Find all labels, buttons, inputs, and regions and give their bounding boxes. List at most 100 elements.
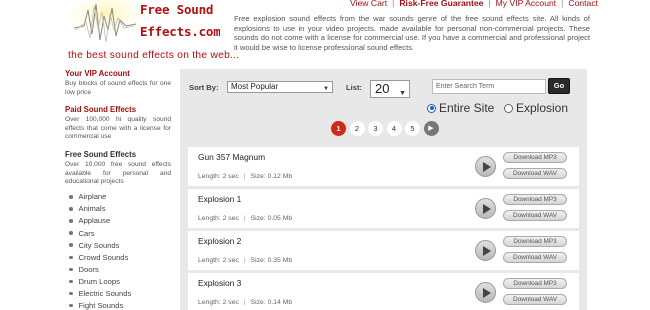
category-label: City Sounds (78, 240, 120, 250)
nav-my-vip-account[interactable]: My VIP Account (496, 0, 557, 8)
category-item[interactable]: Doors (65, 263, 171, 275)
sound-meta: Length: 2 sec | Size: 0.12 Mb (198, 173, 292, 180)
nav-risk-free-guarantee[interactable]: Risk-Free Guarantee (399, 0, 483, 8)
bullet-icon (69, 291, 73, 296)
download-wav-button[interactable]: Download WAV (503, 252, 567, 263)
logo-text-line1: Free Sound (140, 2, 214, 17)
sound-length: Length: 2 sec (198, 173, 239, 180)
category-item[interactable]: Crowd Sounds (65, 251, 171, 263)
meta-separator: | (243, 257, 246, 264)
nav-separator: | (561, 0, 564, 8)
category-item[interactable]: Animals (65, 203, 171, 215)
bullet-icon (69, 243, 73, 247)
free-sound-effects-heading: Free Sound Effects (65, 149, 137, 159)
meta-separator: | (243, 173, 246, 180)
vip-account-link[interactable]: Your VIP Account (65, 69, 171, 78)
list-count-select[interactable]: 20 ▼ (370, 80, 410, 98)
download-mp3-button[interactable]: Download MP3 (503, 194, 567, 205)
category-item[interactable]: Cars (65, 227, 171, 239)
sound-name[interactable]: Explosion 1 (198, 194, 241, 204)
category-label: Airplane (78, 192, 107, 202)
sound-length: Length: 2 sec (198, 215, 239, 222)
nav-contact[interactable]: Contact (568, 0, 598, 8)
free-sound-effects-text: Over 10,000 free sound effects available… (65, 160, 171, 186)
chevron-down-icon: ▼ (323, 86, 329, 92)
category-item[interactable]: Applause (65, 215, 171, 227)
radio-selected-icon (427, 103, 436, 113)
play-icon[interactable] (475, 240, 496, 261)
next-page-icon[interactable]: ▶ (423, 121, 439, 136)
category-label: Cars (78, 228, 95, 238)
category-item[interactable]: Electric Sounds (65, 288, 171, 300)
bullet-icon (69, 195, 73, 199)
download-mp3-button[interactable]: Download MP3 (503, 236, 567, 247)
play-icon[interactable] (475, 198, 496, 219)
download-mp3-button[interactable]: Download MP3 (503, 278, 567, 289)
meta-separator: | (243, 299, 246, 306)
bullet-icon (69, 279, 73, 284)
sound-size: Size: 0.14 Mb (250, 299, 293, 306)
chevron-down-icon: ▼ (399, 90, 406, 97)
sound-length: Length: 2 sec (198, 299, 239, 306)
download-wav-button[interactable]: Download WAV (503, 168, 567, 179)
page-2-button[interactable]: 2 (349, 121, 365, 136)
category-item[interactable]: Drum Loops (65, 275, 171, 287)
category-label: Animals (78, 204, 106, 214)
category-label: Drum Loops (78, 276, 120, 286)
page-5-button[interactable]: 5 (405, 121, 420, 136)
search-input[interactable] (432, 79, 546, 94)
go-button[interactable]: Go (548, 78, 570, 94)
page-description: Free explosion sound effects from the wa… (234, 14, 590, 52)
sort-by-select[interactable]: Most Popular ▼ (227, 81, 333, 93)
sound-row: Explosion 1 Length: 2 sec | Size: 0.05 Mb Do… (188, 189, 579, 228)
radio-explosion-label: Explosion (516, 101, 569, 115)
bullet-icon (69, 219, 73, 223)
download-wav-button[interactable]: Download WAV (503, 294, 567, 305)
sound-length: Length: 2 sec (198, 257, 239, 264)
page-1-button[interactable]: 1 (331, 121, 346, 136)
site-logo[interactable]: Free Sound Effects.com (70, 0, 220, 46)
sound-row: Explosion 3 Length: 2 sec | Size: 0.14 Mb Do… (188, 273, 579, 310)
sound-name[interactable]: Explosion 2 (198, 236, 241, 246)
list-count-value: 20 (375, 81, 390, 96)
radio-explosion[interactable]: Explosion (504, 101, 568, 115)
list-label: List: (346, 83, 363, 92)
sound-name[interactable]: Gun 357 Magnum (198, 152, 265, 162)
sound-size: Size: 0.05 Mb (250, 215, 293, 222)
vip-account-block: Your VIP Account Buy blocks of sound eff… (65, 69, 171, 97)
download-mp3-button[interactable]: Download MP3 (503, 152, 567, 163)
nav-view-cart[interactable]: View Cart (350, 0, 387, 8)
paid-sounds-block: Paid Sound Effects Over 100,000 hi quali… (65, 105, 171, 142)
category-label: Applause (78, 216, 111, 226)
sound-meta: Length: 2 sec | Size: 0.35 Mb (198, 257, 292, 264)
nav-separator: | (392, 0, 395, 8)
sort-by-value: Most Popular (231, 82, 279, 91)
play-icon[interactable] (475, 282, 496, 303)
category-item[interactable]: Airplane (65, 191, 171, 203)
category-item[interactable]: City Sounds (65, 239, 171, 251)
play-icon[interactable] (475, 156, 496, 177)
sound-size: Size: 0.35 Mb (250, 257, 293, 264)
radio-entire-site[interactable]: Entire Site (427, 101, 494, 115)
radio-unselected-icon (504, 103, 513, 113)
page-3-button[interactable]: 3 (368, 121, 383, 136)
category-item[interactable]: Fight Sounds (65, 300, 171, 310)
category-label: Crowd Sounds (78, 252, 129, 262)
category-label: Electric Sounds (78, 289, 132, 299)
sound-meta: Length: 2 sec | Size: 0.05 Mb (198, 215, 292, 222)
category-label: Fight Sounds (78, 301, 124, 310)
paid-sound-effects-text: Over 100,000 hi quality sound effects th… (65, 116, 171, 141)
page-4-button[interactable]: 4 (386, 121, 402, 136)
radio-entire-site-label: Entire Site (439, 101, 495, 115)
bullet-icon (69, 267, 73, 272)
sound-row: Explosion 2 Length: 2 sec | Size: 0.35 Mb Do… (188, 231, 579, 270)
sound-list-panel: Sort By: Most Popular ▼ List: 20 ▼ Go En… (180, 69, 587, 310)
bullet-icon (69, 303, 73, 308)
paid-sound-effects-link[interactable]: Paid Sound Effects (65, 105, 171, 114)
sound-name[interactable]: Explosion 3 (198, 278, 241, 288)
vip-account-text: Buy blocks of sound effects for one low … (65, 80, 171, 96)
sound-size: Size: 0.12 Mb (250, 173, 293, 180)
download-wav-button[interactable]: Download WAV (503, 210, 567, 221)
sidebar: Your VIP Account Buy blocks of sound eff… (65, 69, 171, 310)
logo-text-line2: Effects.com (140, 24, 220, 39)
